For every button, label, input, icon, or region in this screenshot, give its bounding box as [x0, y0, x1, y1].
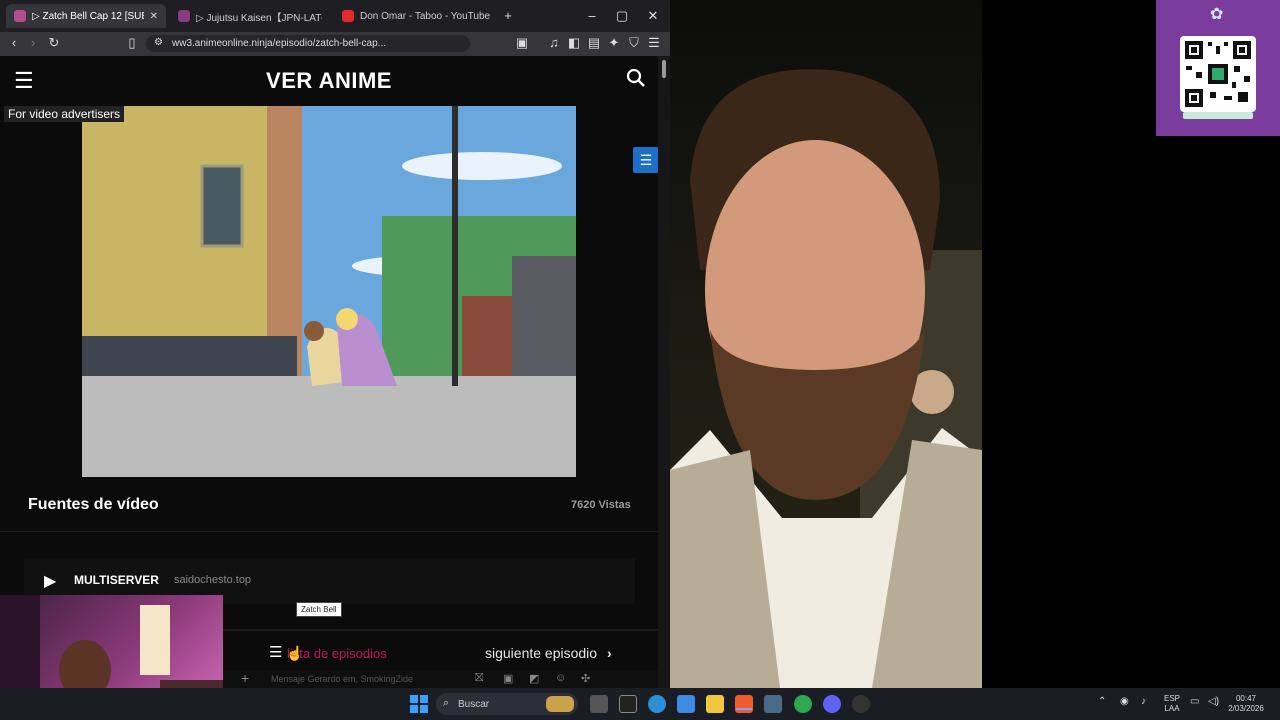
gif-icon[interactable]: ▣	[503, 672, 513, 685]
tab-bar: ▷ Zatch Bell Cap 12 [SUB ES ✕ ▷ Jujutsu …	[0, 0, 670, 32]
back-icon[interactable]: ‹	[5, 35, 23, 50]
anime-frame-image	[82, 106, 576, 477]
tab-label: Don Omar - Taboo - YouTube	[360, 10, 491, 22]
windows-start-icon[interactable]	[410, 695, 428, 713]
tab-label: ▷ Jujutsu Kaisen【JPN-LAT-CAST】[B	[196, 12, 322, 24]
sidebar-icon[interactable]: ◧	[565, 35, 583, 51]
media-icon[interactable]: ♫	[545, 35, 563, 50]
tab-jujutsu-kaisen[interactable]: ▷ Jujutsu Kaisen【JPN-LAT-CAST】[B	[170, 4, 330, 28]
list-icon: ☰	[269, 644, 283, 661]
search-icon[interactable]	[626, 68, 646, 93]
site-info-icon[interactable]: ⚙	[154, 37, 163, 48]
search-label: Buscar	[458, 698, 490, 710]
qr-caption	[1183, 112, 1253, 119]
anime-site-icon	[14, 10, 26, 22]
close-icon[interactable]: ✕	[150, 11, 158, 22]
chat-bar: + Mensaje Gerardo em, SmokingZide ⛝ ▣ ◩ …	[223, 670, 658, 688]
forward-icon[interactable]: ›	[24, 35, 42, 50]
url-text: ww3.animeonline.ninja/episodio/zatch-bel…	[172, 38, 387, 49]
app-tray-icon[interactable]: ◉	[1120, 697, 1129, 707]
next-episode-link[interactable]: siguiente episodio ›	[485, 645, 612, 661]
microphone-icon[interactable]: ♪	[1141, 697, 1146, 707]
scrollbar[interactable]	[658, 56, 670, 688]
vpn-icon[interactable]: ⛉	[625, 35, 643, 51]
search-highlight-icon	[546, 696, 574, 712]
menu-icon[interactable]: ☰	[645, 35, 663, 51]
close-window-button[interactable]: ✕	[643, 8, 663, 24]
server-host: saidochesto.top	[174, 574, 252, 586]
web-page: ☰ VER ANIME For video advertisers ☰ Fuen…	[0, 56, 659, 688]
ad-label: For video advertisers	[4, 106, 125, 122]
gift-icon[interactable]: ⛝	[475, 672, 483, 685]
screenshot-icon[interactable]: ▣	[513, 35, 531, 51]
minimize-button[interactable]: –	[582, 8, 602, 23]
leo-icon[interactable]: ✦	[605, 35, 623, 51]
windows-taskbar	[0, 688, 1280, 720]
reload-icon[interactable]: ↻	[45, 35, 63, 51]
taskbar-search[interactable]: ⌕ Buscar	[436, 693, 578, 715]
volume-icon[interactable]: ◁)	[1208, 697, 1219, 707]
list-icon[interactable]: ☰	[633, 147, 659, 173]
epic-games-icon[interactable]	[619, 695, 637, 713]
wallet-icon[interactable]: ▤	[585, 35, 603, 51]
brave-icon[interactable]	[735, 695, 753, 713]
bookmark-icon[interactable]: ▯	[123, 35, 141, 51]
view-count: 7620 Vistas	[571, 499, 631, 511]
site-title[interactable]: VER ANIME	[0, 68, 658, 94]
tab-youtube[interactable]: Don Omar - Taboo - YouTube	[334, 4, 494, 28]
chat-input[interactable]: Mensaje Gerardo em, SmokingZide	[271, 674, 413, 684]
youtube-icon	[342, 10, 354, 22]
add-icon[interactable]: +	[241, 670, 249, 686]
obs-icon[interactable]	[852, 695, 870, 713]
edge-icon[interactable]	[648, 695, 666, 713]
file-explorer-icon[interactable]	[706, 695, 724, 713]
language-bottom: LAA	[1164, 704, 1180, 713]
video-player[interactable]	[82, 106, 576, 477]
portrait-image	[670, 69, 982, 688]
qr-code	[1180, 36, 1256, 112]
person-photo	[670, 0, 982, 688]
browser-window: ▷ Zatch Bell Cap 12 [SUB ES ✕ ▷ Jujutsu …	[0, 0, 670, 688]
store-icon[interactable]	[677, 695, 695, 713]
network-icon[interactable]: ▭	[1190, 697, 1199, 707]
time: 00:47	[1235, 694, 1257, 703]
discord-icon[interactable]	[823, 695, 841, 713]
cursor-icon: ☝	[286, 645, 304, 661]
sources-title: Fuentes de vídeo	[28, 496, 159, 513]
active-app-indicator	[736, 708, 752, 710]
language-top: ESP	[1163, 694, 1180, 703]
address-bar[interactable]: ⚙ ww3.animeonline.ninja/episodio/zatch-b…	[146, 35, 470, 52]
language-indicator[interactable]: ESP LAA	[1162, 694, 1182, 714]
task-view-icon[interactable]	[590, 695, 608, 713]
chevron-up-icon[interactable]: ⌃	[1098, 697, 1106, 707]
play-icon: ▶	[44, 573, 57, 590]
maximize-button[interactable]: ▢	[612, 8, 632, 24]
date: 2/03/2026	[1228, 704, 1264, 713]
tab-label: ▷ Zatch Bell Cap 12 [SUB ES	[32, 10, 144, 22]
chevron-right-icon: ›	[606, 645, 612, 661]
chrome-icon[interactable]	[794, 695, 812, 713]
new-tab-button[interactable]: +	[498, 8, 518, 23]
calculator-icon[interactable]	[764, 695, 782, 713]
anime-site-icon	[178, 10, 190, 22]
video-sources-header: Fuentes de vídeo 7620 Vistas	[0, 486, 658, 532]
search-icon: ⌕	[443, 697, 450, 709]
apps-icon[interactable]: ✣	[581, 672, 590, 685]
sticker-icon[interactable]: ◩	[529, 672, 539, 685]
emoji-icon[interactable]: ☺	[555, 672, 566, 684]
tooltip: Zatch Bell	[296, 602, 342, 617]
clock[interactable]: 00:47 2/03/2026	[1226, 694, 1266, 714]
logo-icon: ✿	[1210, 6, 1224, 23]
server-name: MULTISERVER	[74, 573, 159, 587]
next-episode-label: siguiente episodio	[485, 645, 598, 661]
site-header: ☰ VER ANIME	[0, 56, 658, 106]
tab-zatch-bell[interactable]: ▷ Zatch Bell Cap 12 [SUB ES ✕	[6, 4, 166, 28]
scrollbar-thumb[interactable]	[662, 60, 666, 78]
